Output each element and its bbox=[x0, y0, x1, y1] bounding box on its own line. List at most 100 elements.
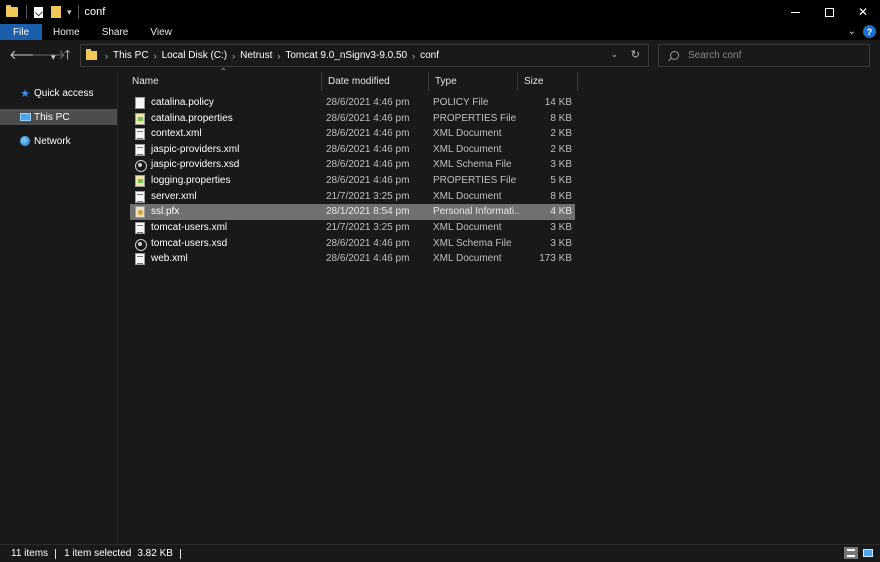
breadcrumb-separator-icon[interactable]: › bbox=[232, 51, 235, 61]
tab-home[interactable]: Home bbox=[42, 24, 91, 40]
search-input[interactable] bbox=[688, 50, 858, 61]
up-arrow-icon[interactable]: 🡑 bbox=[64, 48, 71, 62]
maximize-icon bbox=[824, 7, 834, 17]
xml-file-icon bbox=[135, 222, 145, 234]
tab-share[interactable]: Share bbox=[91, 24, 140, 40]
column-header-size[interactable]: Size bbox=[518, 72, 578, 91]
breadcrumb-separator-icon[interactable]: › bbox=[277, 51, 280, 61]
window-title: conf bbox=[84, 6, 106, 18]
file-size: 8 KB bbox=[550, 191, 572, 202]
maximize-button[interactable] bbox=[812, 0, 846, 24]
column-header-type[interactable]: Type bbox=[429, 72, 518, 91]
file-date: 28/6/2021 4:46 pm bbox=[326, 175, 410, 186]
breadcrumb-local-disk[interactable]: Local Disk (C:) bbox=[162, 50, 228, 61]
table-row[interactable]: catalina.properties 28/6/2021 4:46 pm PR… bbox=[130, 111, 575, 127]
table-row[interactable]: jaspic-providers.xml 28/6/2021 4:46 pm X… bbox=[130, 142, 575, 158]
column-header-row: ⌃ Name Date modified Type Size bbox=[119, 67, 880, 91]
tab-view[interactable]: View bbox=[139, 24, 183, 40]
xml-file-icon bbox=[135, 128, 145, 140]
properties-icon[interactable] bbox=[34, 6, 43, 18]
properties-file-icon bbox=[135, 175, 145, 187]
new-folder-icon[interactable] bbox=[51, 6, 61, 18]
column-header-date[interactable]: Date modified bbox=[322, 72, 429, 91]
star-icon: ★ bbox=[20, 87, 30, 100]
file-name-cell: context.xml bbox=[135, 126, 321, 142]
breadcrumb-separator-icon[interactable]: › bbox=[154, 51, 157, 61]
file-name: server.xml bbox=[151, 191, 197, 202]
xml-file-icon bbox=[135, 253, 145, 265]
file-date: 28/6/2021 4:46 pm bbox=[326, 113, 410, 124]
file-name: catalina.policy bbox=[151, 97, 214, 108]
file-type: XML Document bbox=[433, 128, 502, 139]
file-name-cell: logging.properties bbox=[135, 173, 321, 189]
quick-access-toolbar: ▾ conf bbox=[0, 0, 105, 24]
table-row[interactable]: context.xml 28/6/2021 4:46 pm XML Docume… bbox=[130, 126, 575, 142]
file-date: 28/6/2021 4:46 pm bbox=[326, 253, 410, 264]
file-name-cell: server.xml bbox=[135, 189, 321, 205]
file-date: 21/7/2021 3:25 pm bbox=[326, 191, 410, 202]
column-header-name[interactable]: Name bbox=[126, 72, 322, 91]
breadcrumb-separator-icon[interactable]: › bbox=[105, 51, 108, 61]
file-name-cell: catalina.policy bbox=[135, 95, 321, 111]
table-row[interactable]: tomcat-users.xsd 28/6/2021 4:46 pm XML S… bbox=[130, 236, 575, 252]
file-size: 14 KB bbox=[544, 97, 572, 108]
breadcrumb-this-pc[interactable]: This PC bbox=[113, 50, 149, 61]
folder-icon bbox=[6, 5, 18, 17]
table-row-selected[interactable]: ssl.pfx 28/1/2021 8:54 pm Personal Infor… bbox=[130, 204, 575, 220]
breadcrumb-separator-icon[interactable]: › bbox=[412, 51, 415, 61]
file-type: XML Document bbox=[433, 253, 502, 264]
nav-item-quick-access[interactable]: ★ Quick access bbox=[0, 85, 117, 101]
minimize-button[interactable] bbox=[778, 0, 812, 24]
xsd-file-icon bbox=[135, 238, 147, 251]
table-row[interactable]: web.xml 28/6/2021 4:46 pm XML Document 1… bbox=[130, 251, 575, 267]
help-icon[interactable]: ? bbox=[863, 25, 876, 38]
address-history-chevron-icon[interactable]: ⌄ bbox=[610, 49, 618, 60]
title-bar: ▾ conf ✕ bbox=[0, 0, 880, 24]
large-icons-view-button[interactable] bbox=[861, 547, 875, 559]
file-size: 173 KB bbox=[539, 253, 572, 264]
file-type: XML Schema File bbox=[433, 159, 512, 170]
forward-arrow-icon[interactable]: 🡒 bbox=[31, 48, 66, 62]
breadcrumb-netrust[interactable]: Netrust bbox=[240, 50, 272, 61]
address-bar[interactable]: › This PC › Local Disk (C:) › Netrust › … bbox=[80, 44, 649, 67]
nav-item-label: Network bbox=[34, 135, 71, 147]
breadcrumb-conf[interactable]: conf bbox=[420, 50, 439, 61]
table-row[interactable]: jaspic-providers.xsd 28/6/2021 4:46 pm X… bbox=[130, 157, 575, 173]
details-view-button[interactable] bbox=[844, 547, 858, 559]
separator bbox=[26, 5, 27, 19]
table-row[interactable]: catalina.policy 28/6/2021 4:46 pm POLICY… bbox=[130, 95, 575, 111]
file-list: ⌃ Name Date modified Type Size catalina.… bbox=[119, 67, 880, 544]
file-type: XML Schema File bbox=[433, 238, 512, 249]
file-size: 3 KB bbox=[550, 238, 572, 249]
file-icon bbox=[135, 97, 145, 109]
recent-locations-chevron-icon[interactable]: ▾ bbox=[51, 50, 56, 64]
nav-item-label: Quick access bbox=[34, 87, 94, 99]
window-controls: ✕ bbox=[778, 0, 880, 24]
table-row[interactable]: tomcat-users.xml 21/7/2021 3:25 pm XML D… bbox=[130, 220, 575, 236]
separator bbox=[77, 5, 79, 19]
tab-file[interactable]: File bbox=[0, 24, 42, 40]
refresh-icon[interactable]: ↻ bbox=[631, 48, 640, 61]
status-bar: 11 items 1 item selected 3.82 KB bbox=[0, 544, 880, 562]
file-size: 2 KB bbox=[550, 128, 572, 139]
file-name: jaspic-providers.xsd bbox=[151, 159, 240, 170]
file-name-cell: jaspic-providers.xml bbox=[135, 142, 321, 158]
file-type: PROPERTIES File bbox=[433, 175, 517, 186]
expand-ribbon-chevron-icon[interactable]: ⌄ bbox=[848, 26, 856, 37]
file-name: ssl.pfx bbox=[151, 206, 180, 217]
file-size: 5 KB bbox=[550, 175, 572, 186]
nav-item-network[interactable]: Network bbox=[0, 133, 117, 149]
nav-item-label: This PC bbox=[34, 111, 70, 123]
computer-icon bbox=[19, 112, 31, 123]
breadcrumb-tomcat[interactable]: Tomcat 9.0_nSignv3-9.0.50 bbox=[285, 50, 407, 61]
table-row[interactable]: server.xml 21/7/2021 3:25 pm XML Documen… bbox=[130, 189, 575, 205]
file-name: tomcat-users.xsd bbox=[151, 238, 228, 249]
close-button[interactable]: ✕ bbox=[846, 0, 880, 24]
network-icon bbox=[19, 136, 31, 147]
table-row[interactable]: logging.properties 28/6/2021 4:46 pm PRO… bbox=[130, 173, 575, 189]
xml-file-icon bbox=[135, 144, 145, 156]
file-name: tomcat-users.xml bbox=[151, 222, 228, 233]
search-box[interactable] bbox=[658, 44, 870, 67]
nav-item-this-pc[interactable]: This PC bbox=[0, 109, 117, 125]
customize-toolbar-chevron-icon[interactable]: ▾ bbox=[67, 7, 72, 18]
